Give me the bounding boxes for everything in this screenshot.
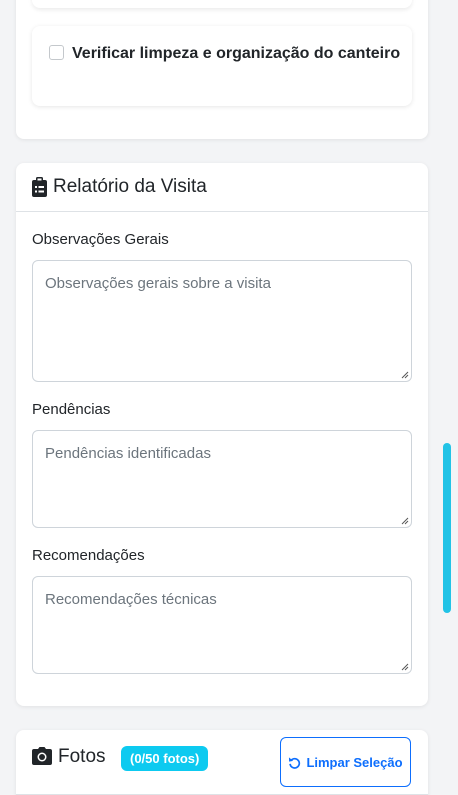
checklist-checkbox[interactable] (49, 45, 64, 60)
resize-handle-icon[interactable] (401, 517, 409, 525)
photos-card-header: Fotos (0/50 fotos) Limpar Seleção (16, 730, 428, 795)
camera-icon (32, 747, 52, 765)
resize-handle-icon[interactable] (401, 663, 409, 671)
checklist-item-label: Verificar limpeza e organização do cante… (72, 45, 401, 62)
page: Verificar limpeza e organização do cante… (0, 0, 458, 795)
pendencias-placeholder: Pendências identificadas (45, 445, 211, 462)
report-title: Relatório da Visita (53, 176, 207, 197)
checklist-item-previous (32, 0, 412, 8)
checklist-card: Verificar limpeza e organização do cante… (16, 0, 428, 139)
observacoes-textarea[interactable]: Observações gerais sobre a visita (32, 260, 412, 382)
clipboard-icon (32, 177, 47, 197)
pendencias-textarea[interactable]: Pendências identificadas (32, 430, 412, 528)
report-card-header: Relatório da Visita (16, 163, 428, 212)
photos-count-badge: (0/50 fotos) (121, 746, 209, 771)
resize-handle-icon[interactable] (401, 371, 409, 379)
clear-selection-label: Limpar Seleção (306, 754, 403, 770)
recomendacoes-placeholder: Recomendações técnicas (45, 591, 217, 608)
photos-card: Fotos (0/50 fotos) Limpar Seleção (16, 730, 428, 795)
photos-title: Fotos (58, 746, 106, 767)
recomendacoes-textarea[interactable]: Recomendações técnicas (32, 576, 412, 674)
recomendacoes-label: Recomendações (32, 547, 145, 564)
report-card: Relatório da Visita Observações Gerais O… (16, 163, 428, 706)
scrollbar-thumb[interactable] (443, 443, 451, 613)
checklist-item[interactable]: Verificar limpeza e organização do cante… (32, 26, 412, 106)
observacoes-label: Observações Gerais (32, 231, 169, 248)
pendencias-label: Pendências (32, 401, 111, 418)
clear-selection-button[interactable]: Limpar Seleção (280, 737, 411, 787)
undo-icon (289, 756, 301, 769)
observacoes-placeholder: Observações gerais sobre a visita (45, 275, 271, 292)
scrollbar[interactable] (444, 0, 458, 795)
